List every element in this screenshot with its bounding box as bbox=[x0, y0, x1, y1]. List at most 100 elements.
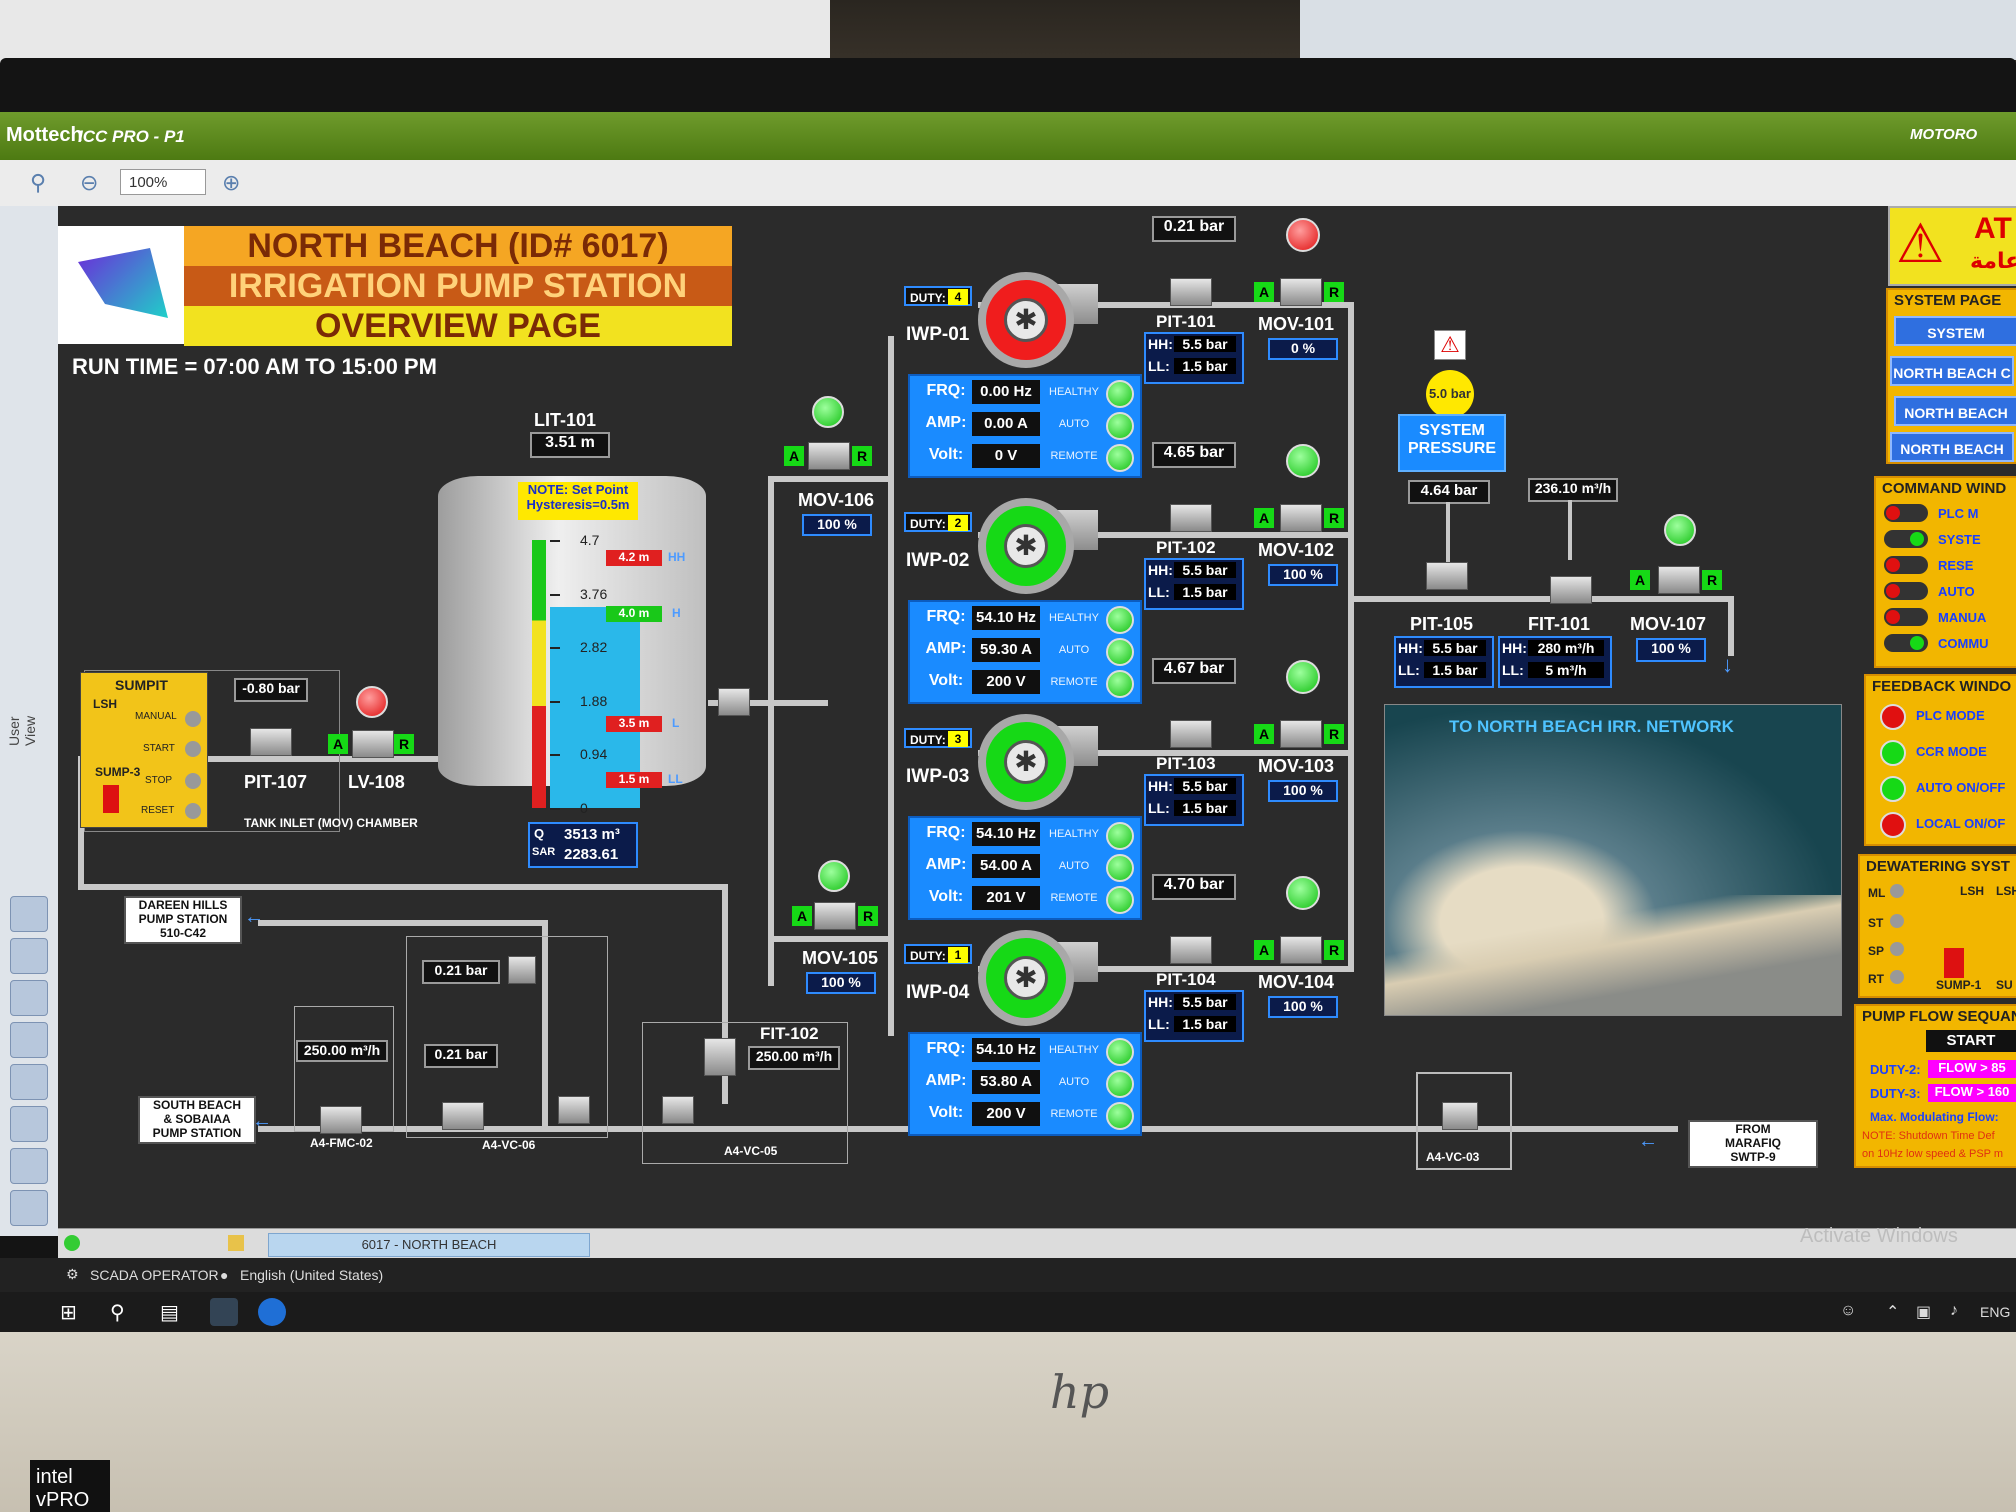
vc03-valve-icon[interactable] bbox=[1442, 1102, 1478, 1130]
dewater-sp-button[interactable] bbox=[1890, 942, 1904, 956]
manual-button[interactable] bbox=[185, 711, 201, 727]
start-button[interactable] bbox=[185, 741, 201, 757]
pit105-tag: PIT-105 bbox=[1410, 614, 1474, 634]
app-taskbar-icon[interactable] bbox=[210, 1298, 238, 1326]
mov-valve-icon[interactable] bbox=[1280, 504, 1322, 532]
list-icon[interactable] bbox=[10, 1064, 48, 1100]
mov-valve-icon[interactable] bbox=[1280, 278, 1322, 306]
pit-value: 4.70 bar bbox=[1152, 874, 1236, 900]
mov-valve-icon[interactable] bbox=[1280, 936, 1322, 964]
pump-1-icon[interactable]: ✱ bbox=[978, 272, 1074, 368]
mov105-tag: MOV-105 bbox=[802, 948, 879, 968]
tray-volume-icon[interactable]: ♪ bbox=[1950, 1302, 1958, 1320]
command-toggle[interactable] bbox=[1884, 582, 1928, 600]
page-tab[interactable]: 6017 - NORTH BEACH bbox=[268, 1233, 590, 1257]
system-pressure-button[interactable]: SYSTEM PRESSURE bbox=[1398, 414, 1506, 472]
tray-language[interactable]: ENG bbox=[1980, 1304, 2010, 1320]
zoom-select[interactable]: 100% bbox=[120, 169, 206, 195]
dewatering-panel: DEWATERING SYST ML ST SP RT LSH LSH SUMP… bbox=[1858, 854, 2016, 998]
north-beach-page-button[interactable]: NORTH BEACH bbox=[1890, 432, 2014, 462]
healthy-led bbox=[1106, 822, 1134, 850]
pump-3-icon[interactable]: ✱ bbox=[978, 714, 1074, 810]
frq-label: FRQ: bbox=[926, 382, 966, 399]
search-icon[interactable]: ⚲ bbox=[110, 1300, 125, 1325]
icc-taskbar-icon[interactable] bbox=[258, 1298, 286, 1326]
pin-icon[interactable] bbox=[10, 1148, 48, 1184]
alarm-title-arabic: عامة bbox=[1970, 248, 2016, 273]
healthy-led bbox=[1106, 606, 1134, 634]
toolbar: ⚲ ⊖ 100% ⊕ bbox=[0, 160, 2016, 207]
link-icon[interactable] bbox=[10, 1106, 48, 1142]
sequence-start-button[interactable]: START bbox=[1926, 1030, 2016, 1052]
tray-network-icon[interactable]: ▣ bbox=[1916, 1302, 1931, 1322]
from-marafiq-source: FROM MARAFIQ SWTP-9 bbox=[1688, 1120, 1818, 1168]
pipe bbox=[1348, 302, 1354, 972]
stop-button[interactable] bbox=[185, 773, 201, 789]
amp-label: AMP: bbox=[925, 640, 967, 657]
command-toggle[interactable] bbox=[1884, 556, 1928, 574]
command-toggle[interactable] bbox=[1884, 504, 1928, 522]
start-label: START bbox=[143, 743, 175, 754]
reset-button[interactable] bbox=[185, 803, 201, 819]
mov105-valve-icon[interactable] bbox=[814, 902, 856, 930]
dewater-lsh2-label: LSH bbox=[1996, 884, 2016, 898]
pump-duty-badge: DUTY: 2 bbox=[904, 512, 972, 532]
folder-icon[interactable] bbox=[228, 1235, 244, 1251]
tray-chevron-up-icon[interactable]: ⌃ bbox=[1886, 1302, 1899, 1322]
lv108-valve-icon[interactable] bbox=[352, 730, 394, 758]
mov-valve-icon[interactable] bbox=[1280, 720, 1322, 748]
mov107-position: 100 % bbox=[1636, 638, 1706, 662]
alarm-banner[interactable]: ⚠ AT عامة bbox=[1888, 206, 2016, 286]
duty-number: 4 bbox=[948, 289, 968, 305]
auto-label: AUTO bbox=[1058, 1076, 1090, 1088]
remote-label: REMOTE bbox=[1050, 1108, 1098, 1120]
north-beach-page-button[interactable]: NORTH BEACH bbox=[1894, 396, 2016, 426]
command-toggle[interactable] bbox=[1884, 634, 1928, 652]
windows-start-icon[interactable]: ⊞ bbox=[60, 1300, 77, 1325]
document-icon[interactable] bbox=[10, 980, 48, 1016]
system-page-button[interactable]: SYSTEM bbox=[1894, 316, 2016, 346]
tank-outlet-valve-icon[interactable] bbox=[718, 688, 750, 716]
tank-note-line2: Hysteresis=0.5m bbox=[526, 497, 630, 512]
tool-icon[interactable] bbox=[10, 896, 48, 932]
north-beach-page-button[interactable]: NORTH BEACH C bbox=[1890, 356, 2014, 386]
command-toggle[interactable] bbox=[1884, 608, 1928, 626]
tray-people-icon[interactable]: ☺ bbox=[1840, 1302, 1856, 1320]
remote-label: REMOTE bbox=[1050, 450, 1098, 462]
healthy-label: HEALTHY bbox=[1049, 386, 1099, 398]
ll-label: LL: bbox=[1148, 1016, 1170, 1032]
fit101-tag: FIT-101 bbox=[1528, 614, 1591, 634]
dewater-st-button[interactable] bbox=[1890, 914, 1904, 928]
auto-label: AUTO bbox=[1058, 644, 1090, 656]
network-satellite-map[interactable]: TO NORTH BEACH IRR. NETWORK bbox=[1384, 704, 1842, 1016]
tank-hh-label: HH bbox=[668, 550, 686, 564]
mov106-valve-icon[interactable] bbox=[808, 442, 850, 470]
ll-label: LL: bbox=[1502, 662, 1524, 678]
vc06-valve-icon[interactable] bbox=[558, 1096, 590, 1124]
pit-setpoints: HH: 5.5 bar LL: 1.5 bar bbox=[1144, 332, 1244, 384]
command-label: SYSTE bbox=[1938, 532, 1981, 547]
vc05-valve-icon[interactable] bbox=[662, 1096, 694, 1124]
mov105-status-led bbox=[818, 860, 850, 892]
pump-4-icon[interactable]: ✱ bbox=[978, 930, 1074, 1026]
zoom-in-icon[interactable]: ⊕ bbox=[222, 170, 248, 196]
dewater-rt-button[interactable] bbox=[1890, 970, 1904, 984]
image-icon[interactable] bbox=[10, 938, 48, 974]
book-icon[interactable] bbox=[10, 1022, 48, 1058]
zoom-out-icon[interactable]: ⊖ bbox=[80, 170, 106, 196]
frq-value: 54.10 Hz bbox=[972, 1038, 1040, 1062]
dewater-lsh-label: LSH bbox=[1960, 884, 1984, 898]
mov107-valve-icon[interactable] bbox=[1658, 566, 1700, 594]
task-view-icon[interactable]: ▤ bbox=[160, 1300, 179, 1325]
pump-2-icon[interactable]: ✱ bbox=[978, 498, 1074, 594]
settings-icon[interactable] bbox=[10, 1190, 48, 1226]
volt-value: 201 V bbox=[972, 886, 1040, 910]
lv108-auto-indicator: A bbox=[328, 734, 348, 754]
command-toggle[interactable] bbox=[1884, 530, 1928, 548]
tank-h-label: H bbox=[672, 606, 681, 620]
mov-status-led bbox=[1286, 876, 1320, 910]
dewater-ml-button[interactable] bbox=[1890, 884, 1904, 898]
hh-label: HH: bbox=[1502, 640, 1527, 656]
zoom-search-icon[interactable]: ⚲ bbox=[30, 170, 56, 196]
feedback-led bbox=[1880, 740, 1906, 766]
